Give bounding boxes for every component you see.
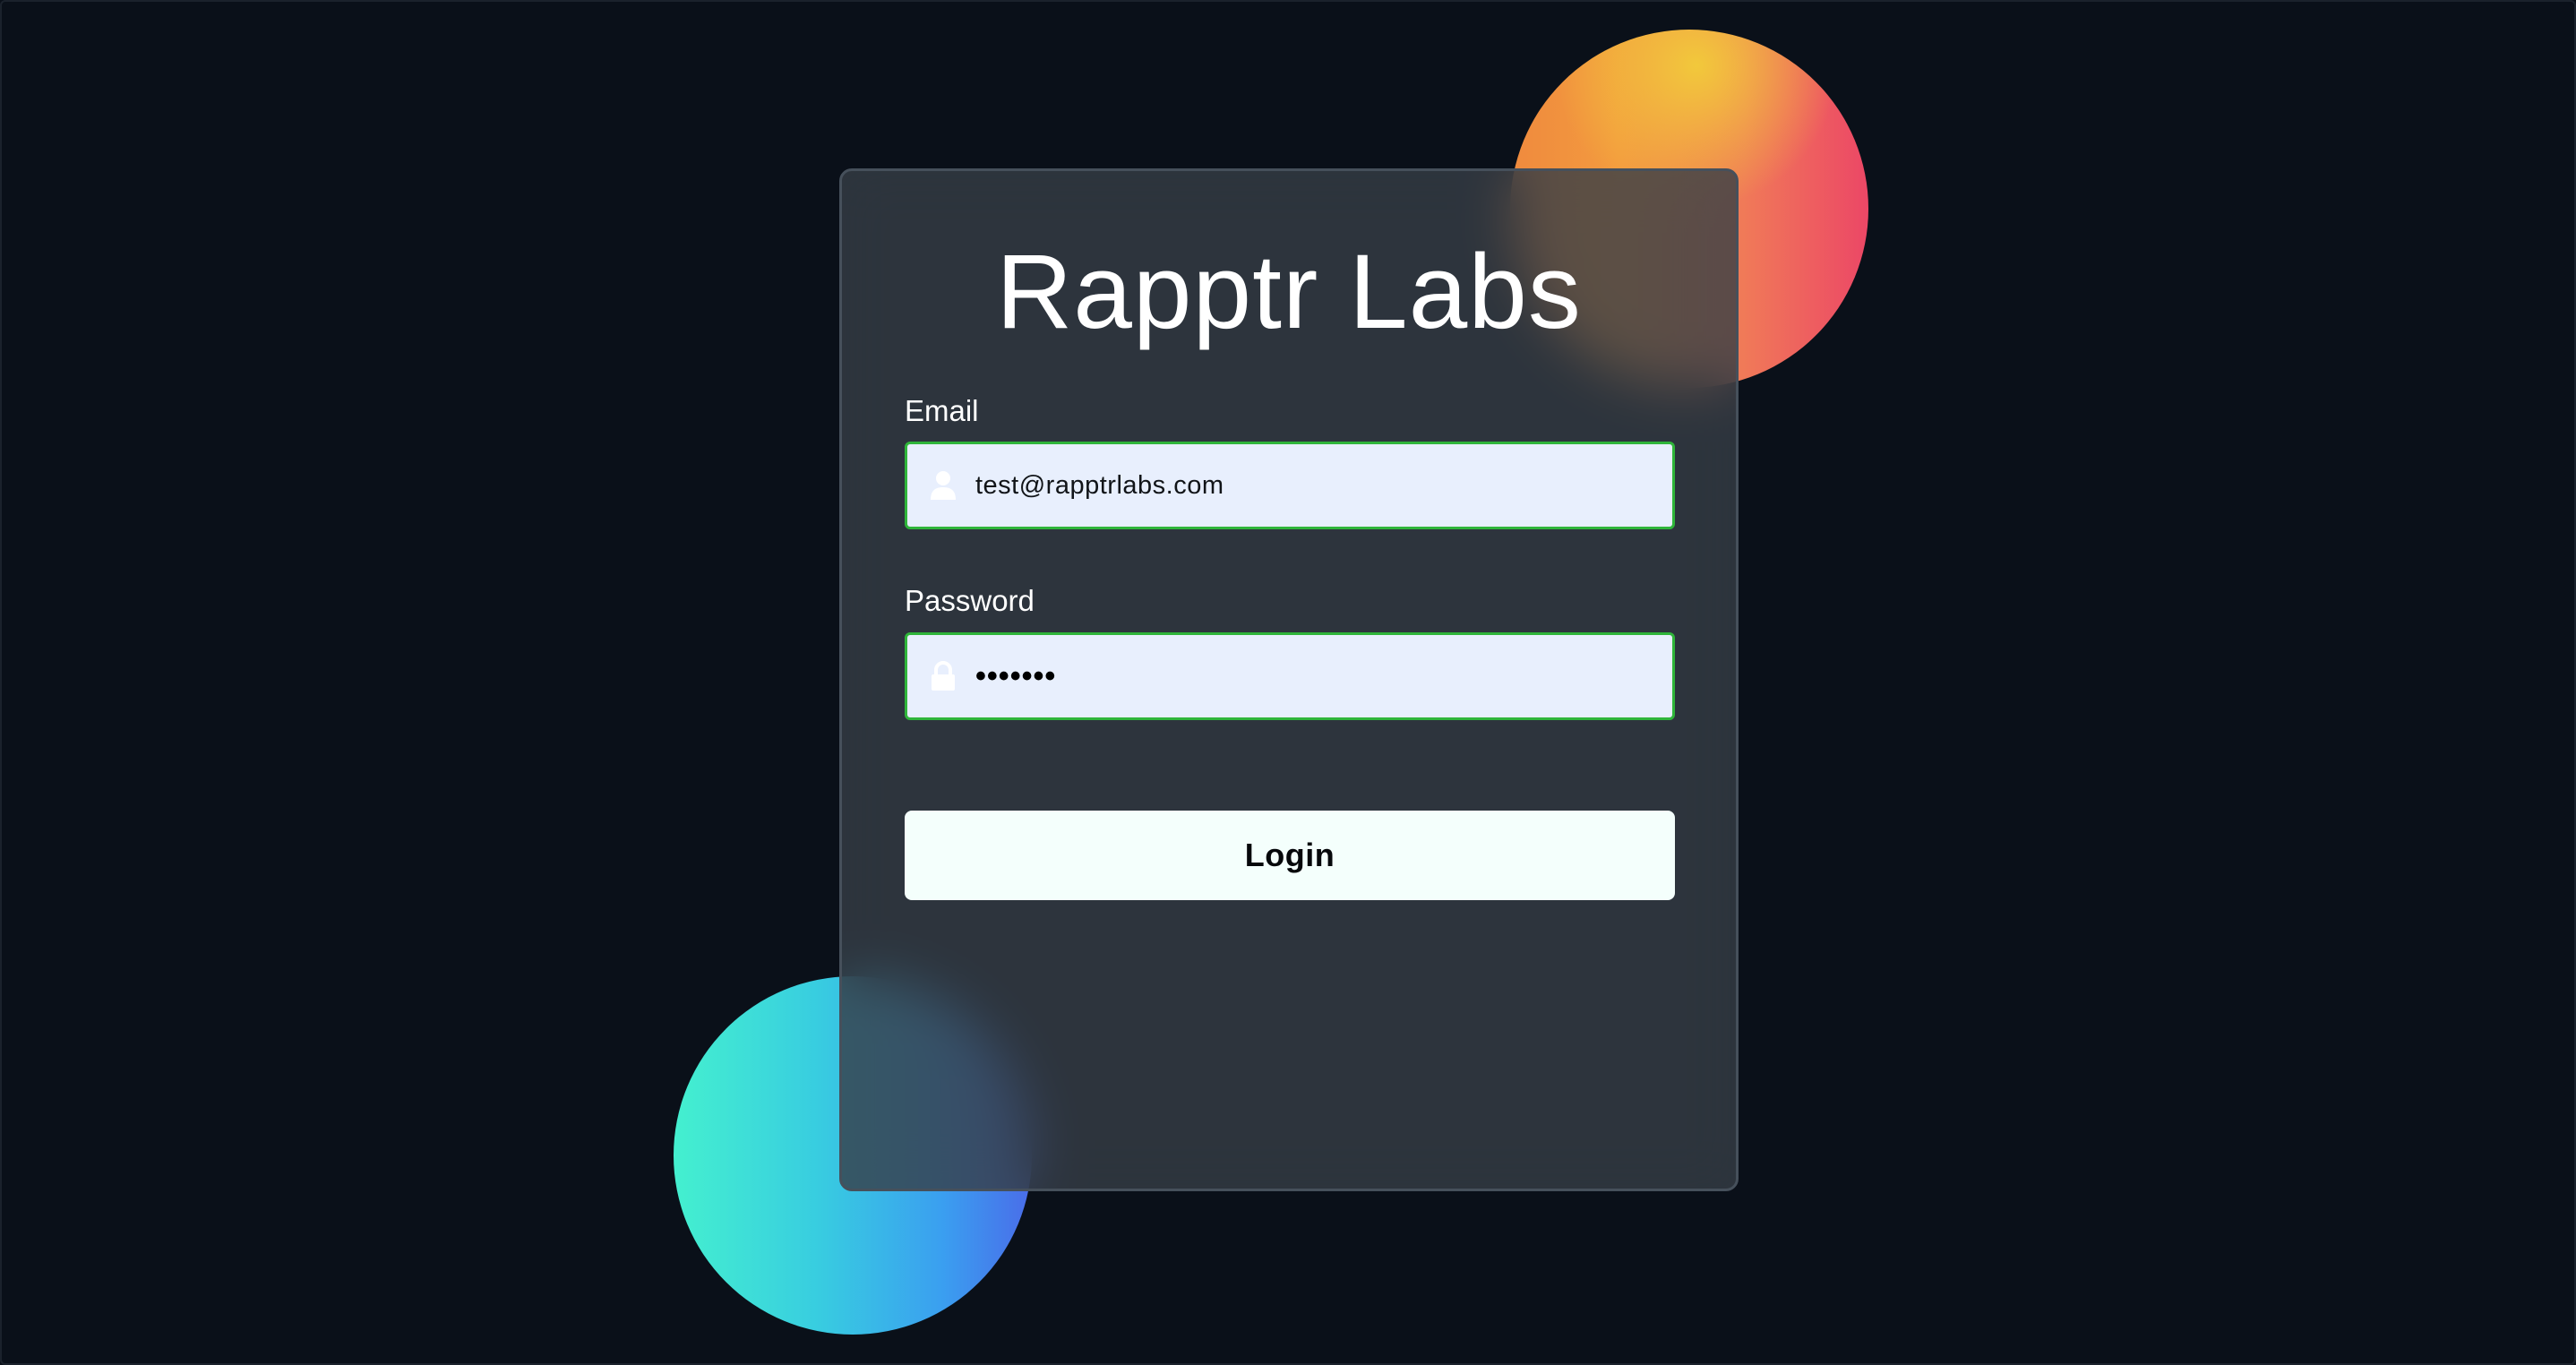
password-field[interactable]: ••••••• [905, 632, 1675, 720]
login-card: Rapptr Labs Email test@rapptrlabs.com Pa… [839, 168, 1739, 1191]
login-button[interactable]: Login [905, 811, 1675, 900]
email-field[interactable]: test@rapptrlabs.com [905, 442, 1675, 529]
password-label: Password [905, 584, 1035, 617]
password-value: ••••••• [975, 658, 1057, 693]
page-title: Rapptr Labs [996, 233, 1582, 351]
lock-icon [925, 658, 961, 694]
user-icon [925, 468, 961, 503]
email-value: test@rapptrlabs.com [975, 470, 1224, 500]
email-label: Email [905, 394, 979, 427]
